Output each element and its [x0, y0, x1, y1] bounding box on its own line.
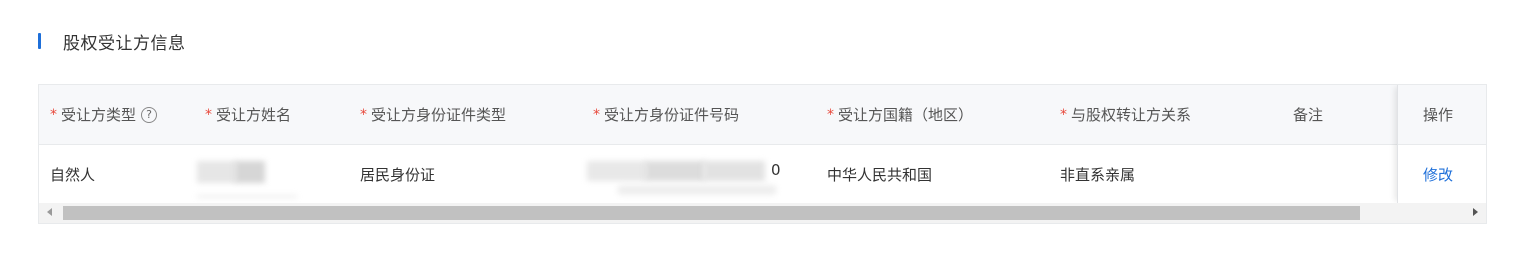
id-number-visible-digit: 0	[771, 161, 781, 179]
column-header-id-number: * 受让方身份证件号码	[593, 85, 739, 144]
section-header: 股权受让方信息	[38, 29, 186, 54]
column-header-remark: 备注	[1293, 85, 1323, 144]
required-mark: *	[1060, 106, 1067, 123]
column-header-id-type: * 受让方身份证件类型	[360, 85, 506, 144]
column-header-action: 操作	[1398, 85, 1486, 145]
required-mark: *	[593, 106, 600, 123]
section-title: 股权受让方信息	[63, 33, 186, 54]
column-header-label: 受让方身份证件类型	[371, 106, 507, 124]
column-header-label: 受让方姓名	[216, 106, 292, 124]
column-header-relation: * 与股权转让方关系	[1060, 85, 1191, 144]
column-header-label: 受让方类型	[61, 106, 137, 124]
edit-link[interactable]: 修改	[1423, 164, 1453, 185]
cell-nationality: 中华人民共和国	[827, 165, 933, 184]
cell-action: 修改	[1398, 145, 1486, 203]
table-header: * 受让方类型 ? * 受让方姓名 * 受让方身份证件类型 * 受让方身份证件号…	[39, 85, 1486, 145]
required-mark: *	[50, 106, 57, 123]
column-header-label: 备注	[1293, 106, 1324, 124]
section-accent-bar	[38, 33, 41, 49]
fixed-action-column: 操作 修改	[1397, 85, 1486, 203]
column-header-transferee-name: * 受让方姓名	[205, 85, 291, 144]
required-mark: *	[827, 106, 834, 123]
cell-id-number-redacted: 0	[587, 145, 787, 203]
column-header-label: 受让方国籍（地区）	[838, 106, 974, 124]
column-header-transferee-type: * 受让方类型 ?	[50, 85, 158, 144]
table-row: 自然人 居民身份证 0 中华人民共和国 非直系亲属	[39, 145, 1486, 203]
cell-id-type: 居民身份证	[360, 165, 436, 184]
column-header-label: 与股权转让方关系	[1071, 106, 1192, 124]
required-mark: *	[205, 106, 212, 123]
transferee-table: * 受让方类型 ? * 受让方姓名 * 受让方身份证件类型 * 受让方身份证件号…	[38, 84, 1487, 224]
cell-relation: 非直系亲属	[1060, 165, 1136, 184]
required-mark: *	[360, 106, 367, 123]
cell-transferee-type: 自然人	[50, 165, 96, 184]
cell-transferee-name-redacted	[197, 145, 297, 203]
column-header-nationality: * 受让方国籍（地区）	[827, 85, 973, 144]
scroll-left-arrow-icon[interactable]	[47, 208, 52, 216]
horizontal-scrollbar[interactable]	[39, 203, 1486, 223]
help-icon[interactable]: ?	[141, 106, 158, 123]
column-header-label: 受让方身份证件号码	[604, 106, 740, 124]
scroll-right-arrow-icon[interactable]	[1473, 208, 1478, 216]
scrollbar-thumb[interactable]	[63, 206, 1360, 220]
